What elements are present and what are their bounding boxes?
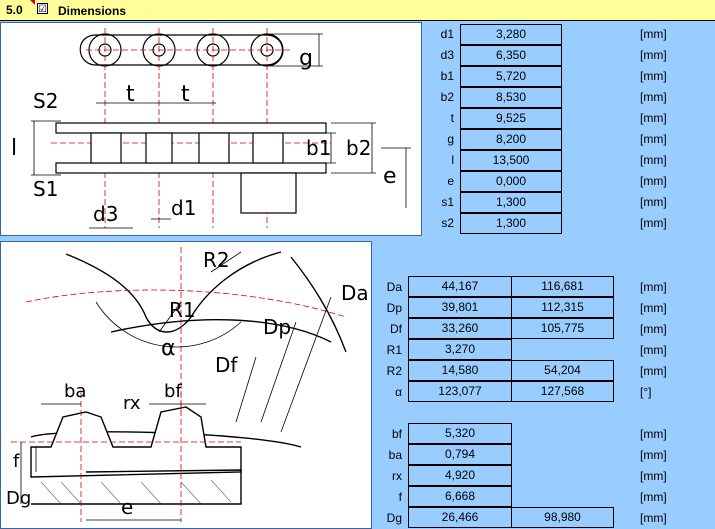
value-field[interactable]: 6,668 bbox=[408, 486, 512, 507]
unit-label: [mm] bbox=[640, 301, 667, 315]
value-field-small[interactable]: 14,580 bbox=[408, 360, 512, 381]
unit-label: [mm] bbox=[640, 490, 667, 504]
unit-label: [mm] bbox=[640, 153, 667, 167]
section-number: 5.0 bbox=[6, 3, 23, 17]
unit-label: [mm] bbox=[640, 280, 667, 294]
dim-label-Dg: Dg bbox=[6, 488, 31, 509]
value-field-large[interactable]: 98,980 bbox=[511, 507, 614, 528]
dim-label-bf: bf bbox=[164, 381, 182, 402]
value-field-small[interactable]: 33,260 bbox=[408, 318, 512, 339]
dim-label-ba: ba bbox=[64, 381, 86, 402]
value-field[interactable]: 3,280 bbox=[460, 24, 562, 45]
value-field[interactable]: 1,300 bbox=[460, 192, 562, 213]
row-label: α bbox=[395, 385, 402, 399]
dim-label-t2: t bbox=[181, 82, 190, 107]
dim-label-s2: S2 bbox=[33, 89, 58, 113]
row-label: d1 bbox=[440, 27, 454, 41]
row-label: Dp bbox=[386, 301, 402, 315]
unit-label: [mm] bbox=[640, 195, 667, 209]
value-field[interactable]: 5,720 bbox=[460, 66, 562, 87]
dim-label-Da: Da bbox=[341, 281, 369, 305]
row-label: R2 bbox=[386, 364, 402, 378]
value-field-large[interactable]: 105,775 bbox=[511, 318, 614, 339]
dim-label-l: l bbox=[11, 136, 17, 161]
unit-label: [mm] bbox=[640, 27, 667, 41]
section-checkbox[interactable]: ☑ bbox=[37, 3, 48, 15]
dim-label-Df: Df bbox=[215, 353, 238, 377]
value-field-large[interactable]: 116,681 bbox=[511, 276, 614, 297]
value-field-small[interactable]: 3,270 bbox=[408, 339, 512, 360]
value-field[interactable]: 8,530 bbox=[460, 87, 562, 108]
chain-diagram: g S2 t t l b1 b2 e S1 d3 d1 bbox=[0, 22, 422, 236]
unit-label: [mm] bbox=[640, 90, 667, 104]
value-field-small[interactable]: 123,077 bbox=[408, 381, 512, 402]
row-label: bf bbox=[391, 427, 402, 441]
unit-label: [mm] bbox=[640, 448, 667, 462]
row-label: ba bbox=[388, 448, 402, 462]
value-field[interactable]: 8,200 bbox=[460, 129, 562, 150]
unit-label: [mm] bbox=[640, 427, 667, 441]
value-field[interactable]: 0,794 bbox=[408, 444, 512, 465]
dim-label-R2: R2 bbox=[203, 248, 230, 272]
row-label: Dg bbox=[386, 511, 402, 525]
dim-label-alpha: α bbox=[161, 336, 176, 361]
value-field-small[interactable]: 26,466 bbox=[408, 507, 512, 528]
comment-marker bbox=[30, 0, 35, 5]
row-label: s1 bbox=[441, 195, 454, 209]
dim-label-R1: R1 bbox=[169, 298, 196, 322]
section-header: 5.0 ☑ Dimensions bbox=[0, 0, 715, 21]
dim-label-e-tooth: e bbox=[121, 495, 133, 519]
row-label: R1 bbox=[386, 343, 402, 357]
row-label: rx bbox=[392, 469, 402, 483]
dim-label-Dp: Dp bbox=[263, 315, 291, 339]
dim-label-g: g bbox=[299, 46, 313, 71]
value-field[interactable]: 4,920 bbox=[408, 465, 512, 486]
unit-label: [mm] bbox=[640, 69, 667, 83]
row-label: d3 bbox=[440, 48, 454, 62]
sprocket-diagram: R2 Da R1 Dp α Df ba rx bf f Dg e bbox=[0, 241, 372, 529]
row-label: l bbox=[451, 153, 454, 167]
value-field[interactable]: 13,500 bbox=[460, 150, 562, 171]
unit-label: [mm] bbox=[640, 48, 667, 62]
section-title: Dimensions bbox=[58, 4, 127, 18]
value-field[interactable]: 6,350 bbox=[460, 45, 562, 66]
unit-label: [mm] bbox=[640, 132, 667, 146]
value-field-large[interactable]: 112,315 bbox=[511, 297, 614, 318]
row-label: t bbox=[450, 111, 454, 125]
dim-label-rx: rx bbox=[123, 393, 141, 414]
dim-label-t1: t bbox=[126, 82, 135, 107]
row-label: Df bbox=[390, 322, 402, 336]
row-label: f bbox=[398, 490, 402, 504]
row-label: s2 bbox=[441, 216, 454, 230]
unit-label: [mm] bbox=[640, 511, 667, 525]
row-label: b1 bbox=[440, 69, 454, 83]
unit-label: [mm] bbox=[640, 469, 667, 483]
dim-label-d3: d3 bbox=[93, 202, 118, 226]
dim-label-s1: S1 bbox=[33, 177, 58, 201]
value-field[interactable]: 1,300 bbox=[460, 213, 562, 234]
value-field-large[interactable]: 54,204 bbox=[511, 360, 614, 381]
unit-label: [mm] bbox=[640, 111, 667, 125]
dim-label-b1: b1 bbox=[306, 136, 331, 160]
row-label: e bbox=[447, 174, 454, 188]
dim-label-b2: b2 bbox=[346, 136, 371, 160]
value-field-small[interactable]: 44,167 bbox=[408, 276, 512, 297]
row-label: b2 bbox=[440, 90, 454, 104]
unit-label: [°] bbox=[640, 385, 652, 399]
value-field[interactable]: 9,525 bbox=[460, 108, 562, 129]
row-label: g bbox=[447, 132, 454, 146]
unit-label: [mm] bbox=[640, 322, 667, 336]
unit-label: [mm] bbox=[640, 343, 667, 357]
dim-label-e: e bbox=[383, 164, 397, 189]
unit-label: [mm] bbox=[640, 216, 667, 230]
value-field-large[interactable]: 127,568 bbox=[511, 381, 614, 402]
dim-label-f: f bbox=[13, 451, 20, 472]
value-field[interactable]: 5,320 bbox=[408, 423, 512, 444]
unit-label: [mm] bbox=[640, 364, 667, 378]
value-field[interactable]: 0,000 bbox=[460, 171, 562, 192]
dim-label-d1: d1 bbox=[171, 196, 196, 220]
value-field-small[interactable]: 39,801 bbox=[408, 297, 512, 318]
unit-label: [mm] bbox=[640, 174, 667, 188]
row-label: Da bbox=[386, 280, 402, 294]
